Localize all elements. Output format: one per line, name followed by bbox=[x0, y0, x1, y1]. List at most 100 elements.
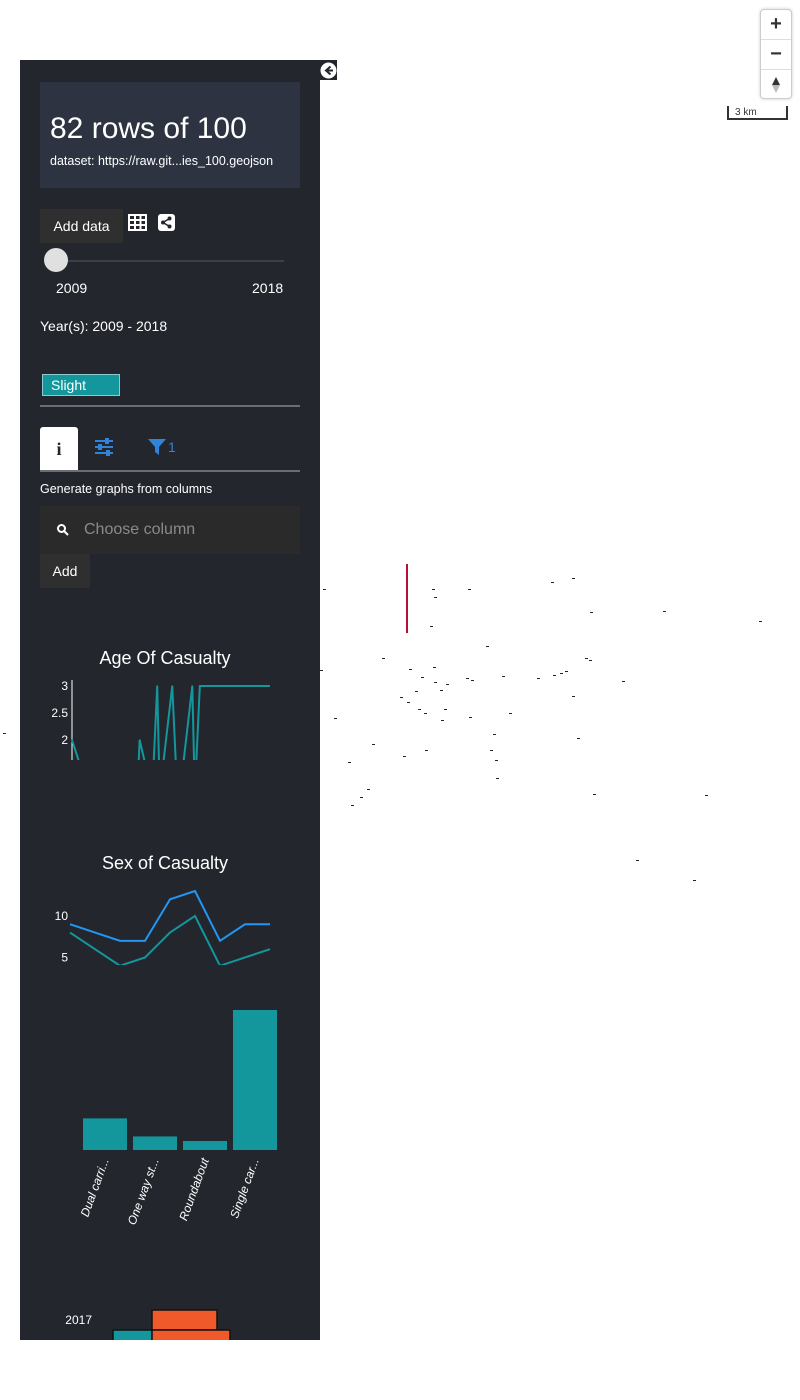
map-point[interactable] bbox=[421, 677, 424, 678]
map-point[interactable] bbox=[323, 589, 326, 590]
map-point[interactable] bbox=[446, 684, 449, 685]
map-point[interactable] bbox=[351, 805, 354, 806]
map-point[interactable] bbox=[432, 589, 435, 590]
dataset-header: 82 rows of 100 dataset: https://raw.git.… bbox=[40, 82, 300, 188]
tab-settings[interactable] bbox=[94, 438, 114, 461]
map-point[interactable] bbox=[433, 667, 436, 668]
table-icon[interactable] bbox=[128, 214, 147, 236]
map-point[interactable] bbox=[430, 626, 433, 627]
map-point[interactable] bbox=[493, 734, 496, 735]
map-point[interactable] bbox=[551, 582, 554, 583]
map-point[interactable] bbox=[565, 671, 568, 672]
map-point[interactable] bbox=[495, 760, 498, 761]
map-point[interactable] bbox=[441, 720, 444, 721]
category-label: Single car... bbox=[227, 1156, 262, 1220]
map-point[interactable] bbox=[409, 669, 412, 670]
map-point[interactable] bbox=[440, 690, 443, 691]
tab-info[interactable]: i bbox=[40, 427, 78, 471]
map-point[interactable] bbox=[572, 578, 575, 579]
dataset-url: dataset: https://raw.git...ies_100.geojs… bbox=[50, 154, 274, 168]
map-point[interactable] bbox=[537, 678, 540, 679]
chart-title: Age Of Casualty bbox=[99, 648, 230, 668]
map-point[interactable] bbox=[334, 718, 337, 719]
map-point[interactable] bbox=[759, 621, 762, 622]
map-point[interactable] bbox=[693, 880, 696, 881]
map-point[interactable] bbox=[434, 597, 437, 598]
age-of-casualty-chart: Age Of Casualty11.522.530204060 bbox=[51, 648, 270, 760]
map-point[interactable] bbox=[471, 680, 474, 681]
map-point[interactable] bbox=[636, 860, 639, 861]
data-point bbox=[199, 685, 201, 687]
year-slider-track[interactable] bbox=[56, 260, 284, 262]
map-point[interactable] bbox=[622, 681, 625, 682]
map-point[interactable] bbox=[468, 589, 471, 590]
map-point[interactable] bbox=[589, 660, 592, 661]
map-point[interactable] bbox=[663, 611, 666, 612]
data-point bbox=[71, 739, 73, 741]
map-point[interactable] bbox=[360, 797, 363, 798]
compass-button[interactable] bbox=[761, 70, 791, 99]
map-point[interactable] bbox=[590, 612, 593, 613]
column-search-input[interactable] bbox=[82, 520, 286, 540]
data-point bbox=[138, 739, 141, 741]
map-point[interactable] bbox=[320, 670, 323, 671]
map-point[interactable] bbox=[425, 750, 428, 751]
map-point[interactable] bbox=[372, 744, 375, 745]
zoom-in-button[interactable]: + bbox=[761, 10, 791, 40]
map-point[interactable] bbox=[415, 691, 418, 692]
sliders-icon bbox=[95, 438, 113, 456]
divider bbox=[40, 470, 300, 472]
map-point[interactable] bbox=[466, 678, 469, 679]
generate-graphs-label: Generate graphs from columns bbox=[40, 482, 213, 496]
info-icon: i bbox=[56, 438, 62, 459]
map-point[interactable] bbox=[348, 762, 351, 763]
slider-min-label: 2009 bbox=[56, 280, 88, 296]
chart-title: Sex of Casualty bbox=[102, 853, 228, 873]
y-tick-label: 2 bbox=[61, 733, 68, 747]
map-point[interactable] bbox=[496, 778, 499, 779]
zoom-out-button[interactable]: − bbox=[761, 40, 791, 70]
map-point[interactable] bbox=[444, 709, 447, 710]
tab-filter[interactable]: 1 bbox=[148, 438, 176, 461]
map-point[interactable] bbox=[434, 682, 437, 683]
map-point[interactable] bbox=[490, 750, 493, 751]
map-point[interactable] bbox=[486, 646, 489, 647]
map-scale-bar: 3 km bbox=[727, 106, 788, 120]
map-point[interactable] bbox=[560, 673, 563, 674]
add-data-button[interactable]: Add data bbox=[40, 209, 123, 243]
map-point[interactable] bbox=[367, 789, 370, 790]
map-point[interactable] bbox=[502, 676, 505, 677]
map-point[interactable] bbox=[424, 713, 427, 714]
map-point[interactable] bbox=[705, 795, 708, 796]
y-tick-label: 10 bbox=[55, 909, 69, 923]
search-icon bbox=[57, 524, 69, 536]
rows-count-title: 82 rows of 100 bbox=[50, 112, 247, 145]
map-point[interactable] bbox=[593, 794, 596, 795]
collapse-sidebar-button[interactable] bbox=[320, 60, 337, 80]
year-slider-handle[interactable] bbox=[44, 248, 68, 272]
map-point[interactable] bbox=[572, 696, 575, 697]
map-point[interactable] bbox=[418, 709, 421, 710]
map-point[interactable] bbox=[469, 717, 472, 718]
category-label: Dual carri... bbox=[78, 1156, 112, 1218]
map-point[interactable] bbox=[585, 658, 588, 659]
bar bbox=[83, 1118, 127, 1150]
map-point[interactable] bbox=[3, 733, 6, 734]
y-tick-label: 2017 bbox=[65, 1313, 92, 1327]
map-point[interactable] bbox=[382, 658, 385, 659]
map-selected-line[interactable] bbox=[406, 564, 408, 633]
share-icon[interactable] bbox=[158, 214, 175, 236]
severity-tag-slight[interactable]: Slight bbox=[42, 374, 120, 396]
map-point[interactable] bbox=[577, 738, 580, 739]
y-tick-label: 2.5 bbox=[51, 706, 68, 720]
map-point[interactable] bbox=[403, 756, 406, 757]
column-search-box[interactable] bbox=[40, 506, 300, 554]
series-line bbox=[69, 914, 271, 965]
slider-max-label: 2018 bbox=[252, 280, 284, 296]
map-point[interactable] bbox=[400, 697, 403, 698]
years-range-text: Year(s): 2009 - 2018 bbox=[40, 318, 168, 334]
map-point[interactable] bbox=[509, 713, 512, 714]
category-label: Roundabout bbox=[176, 1156, 212, 1223]
map-point[interactable] bbox=[407, 702, 410, 703]
map-point[interactable] bbox=[553, 675, 556, 676]
